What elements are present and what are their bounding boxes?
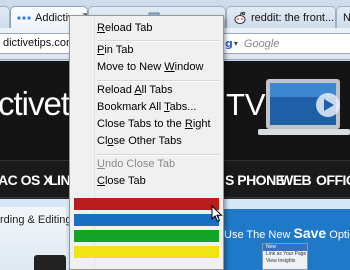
dots-icon [17, 11, 31, 25]
menu-item-close-tabs-right[interactable]: Close Tabs to the Right [97, 116, 221, 133]
thumbnail-caption: Use The New Save Option [224, 225, 350, 241]
article-thumbnail-left[interactable]: rding & Editing [0, 207, 72, 270]
reddit-icon [233, 11, 247, 25]
laptop-image [258, 79, 350, 135]
menu-item-reload-tab[interactable]: Reload Tab [97, 20, 221, 37]
color-bar-green[interactable] [74, 230, 219, 242]
menu-item-reload-all-tabs[interactable]: Reload All Tabs [97, 82, 221, 99]
menu-item-undo-close-tab: Undo Close Tab [97, 158, 176, 170]
caption-save: Save [293, 225, 327, 241]
thumbnail-menu: New Link as Your Page View Insights [262, 243, 308, 270]
search-bar[interactable]: g ▾ Google [221, 33, 350, 54]
mini-menu-item: New [263, 244, 307, 251]
nav-item-mac[interactable]: AC OS X [0, 172, 53, 188]
menu-item-close-other-tabs[interactable]: Close Other Tabs [97, 133, 221, 150]
nav-item-phone[interactable]: S PHONE [225, 172, 285, 188]
thumbnail-window [34, 255, 66, 270]
dropdown-arrow-icon[interactable]: ▾ [234, 39, 238, 48]
menu-item-close-tab[interactable]: Close Tab [97, 173, 221, 190]
menu-separator [97, 40, 220, 42]
nav-item-web[interactable]: WEB [280, 172, 312, 188]
menu-item-pin-tab[interactable]: Pin Tab [97, 42, 221, 59]
mini-menu-item: Link as Your Page [266, 251, 307, 257]
caption-suffix: Option [329, 229, 350, 241]
nav-item-office[interactable]: OFFICE [316, 172, 350, 188]
color-bar-blue[interactable] [74, 214, 219, 226]
mouse-cursor-icon [211, 205, 223, 223]
tab-title: reddit: the front... [251, 11, 335, 24]
tab-background-2[interactable]: N [336, 6, 350, 28]
tab-new-tab-stub[interactable] [0, 6, 10, 28]
menu-separator [97, 154, 220, 156]
tab-title: N [343, 12, 350, 24]
article-thumbnail-right[interactable]: Use The New Save Option New Link as Your… [220, 209, 350, 270]
search-placeholder: Google [243, 37, 280, 50]
thumbnail-caption: rding & Editing [0, 214, 72, 226]
color-bar-red[interactable] [74, 198, 219, 210]
color-bar-yellow[interactable] [74, 246, 219, 258]
menu-separator [97, 80, 220, 82]
tab-reddit[interactable]: reddit: the front... × [226, 6, 336, 28]
google-icon[interactable]: g [225, 37, 233, 50]
menu-item-bookmark-all-tabs[interactable]: Bookmark All Tabs... [97, 99, 221, 116]
menu-item-move-to-new-window[interactable]: Move to New Window [97, 59, 221, 76]
mini-menu-item: View Insights [266, 258, 296, 264]
caption-prefix: Use The New [224, 229, 294, 241]
tab-context-menu: Reload Tab Pin Tab Move to New Window Re… [69, 15, 224, 270]
